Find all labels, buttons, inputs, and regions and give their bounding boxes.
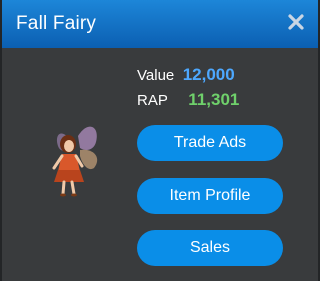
close-icon[interactable]	[286, 11, 306, 33]
item-thumbnail	[44, 118, 108, 198]
popup-header: Fall Fairy	[2, 0, 318, 48]
rap-row: RAP 11,301	[137, 90, 239, 110]
trade-ads-button[interactable]: Trade Ads	[137, 125, 283, 161]
sales-button[interactable]: Sales	[137, 230, 283, 266]
rap-label: RAP	[137, 92, 168, 109]
value-label: Value	[137, 67, 175, 84]
rap-amount: 11,301	[188, 90, 240, 109]
item-popup: Fall Fairy Value 12,000 RAP 11,301 Trade…	[2, 0, 318, 281]
value-row: Value 12,000	[137, 65, 235, 85]
value-amount: 12,000	[182, 65, 235, 84]
item-title: Fall Fairy	[16, 13, 97, 34]
item-profile-button[interactable]: Item Profile	[137, 178, 283, 214]
